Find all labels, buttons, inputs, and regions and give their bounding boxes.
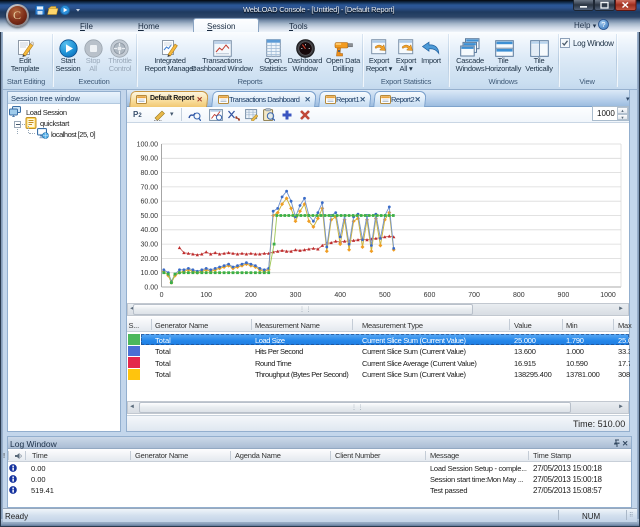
svg-text:100.00: 100.00 — [137, 141, 159, 148]
svg-text:30.00: 30.00 — [140, 242, 158, 249]
svg-text:800: 800 — [513, 292, 525, 299]
svg-text:0: 0 — [160, 292, 164, 299]
svg-text:80.00: 80.00 — [140, 170, 158, 177]
svg-text:0.00: 0.00 — [144, 284, 158, 291]
svg-text:900: 900 — [558, 292, 570, 299]
svg-text:500: 500 — [379, 292, 391, 299]
svg-text:700: 700 — [468, 292, 480, 299]
svg-text:100: 100 — [200, 292, 212, 299]
svg-text:40.00: 40.00 — [140, 227, 158, 234]
svg-text:600: 600 — [424, 292, 436, 299]
svg-text:?: ? — [601, 20, 605, 29]
svg-text:400: 400 — [334, 292, 346, 299]
svg-text:50.00: 50.00 — [140, 213, 158, 220]
svg-text:1000: 1000 — [600, 292, 616, 299]
svg-text:60.00: 60.00 — [140, 199, 158, 206]
svg-text:20.00: 20.00 — [140, 256, 158, 263]
svg-text:90.00: 90.00 — [140, 156, 158, 163]
svg-text:300: 300 — [290, 292, 302, 299]
svg-text:200: 200 — [245, 292, 257, 299]
svg-text:70.00: 70.00 — [140, 184, 158, 191]
svg-text:10.00: 10.00 — [140, 270, 158, 277]
